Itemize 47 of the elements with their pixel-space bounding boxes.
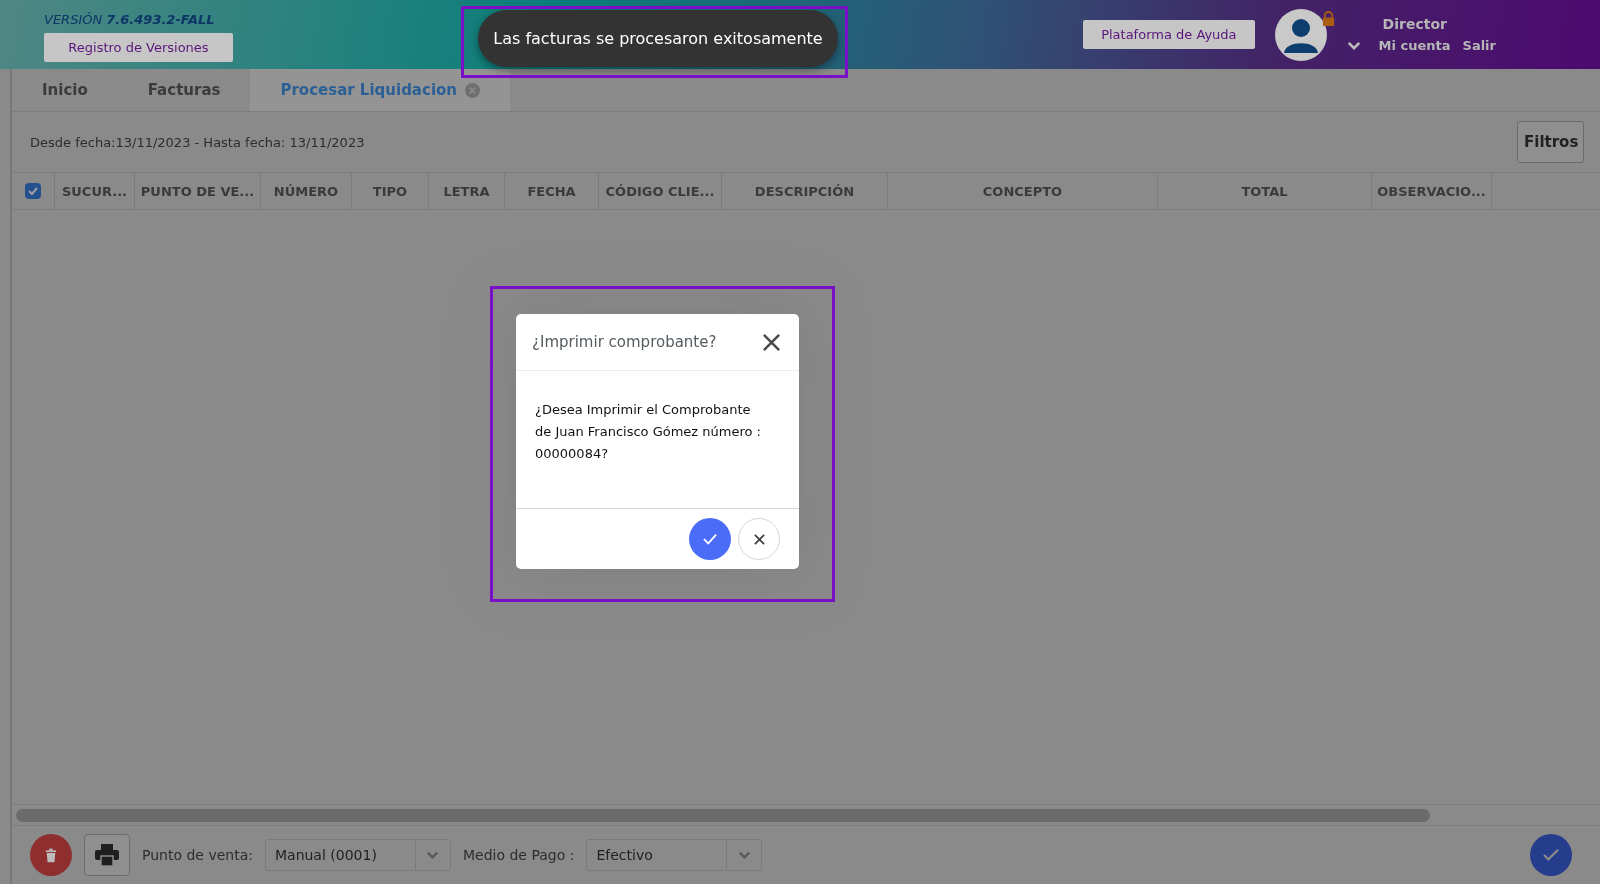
point-of-sale-label: Punto de venta:	[142, 847, 253, 863]
dialog-message: ¿Desea Imprimir el Comprobante de Juan Francisco Gómez número : 00000084?	[534, 401, 762, 463]
scrollbar-thumb[interactable]	[16, 808, 1430, 822]
column-header[interactable]: NÚMERO	[273, 183, 339, 199]
filters-button[interactable]: Filtros	[1517, 121, 1584, 163]
column-header[interactable]: TIPO	[372, 183, 408, 199]
confirm-button[interactable]	[1530, 834, 1572, 876]
select-all-checkbox[interactable]	[25, 183, 41, 199]
logout-link[interactable]: Salir	[1462, 38, 1496, 53]
avatar-icon[interactable]	[1274, 8, 1327, 61]
versions-button[interactable]: Registro de Versiones	[44, 32, 233, 62]
payment-method-select[interactable]: Efectivo	[586, 839, 763, 871]
printer-icon	[95, 844, 119, 866]
column-header[interactable]: CÓDIGO CLIE...	[605, 183, 715, 199]
check-icon	[1542, 848, 1560, 862]
column-header[interactable]: DESCRIPCIÓN	[754, 183, 855, 199]
tab[interactable]: Procesar Liquidacion	[250, 69, 510, 111]
point-of-sale-select[interactable]: Manual (0001)	[264, 839, 451, 871]
column-header[interactable]: PUNTO DE VE...	[140, 183, 255, 199]
delete-button[interactable]	[30, 834, 72, 876]
dialog-title: ¿Imprimir comprobante?	[532, 333, 717, 351]
version-label: VERSIÓN 7.6.493.2-FALL	[44, 11, 216, 27]
confirm-button[interactable]	[689, 518, 731, 560]
date-range-label: Desde fecha:13/11/2023 - Hasta fecha: 13/11/2023	[30, 134, 365, 150]
lock-icon	[1321, 10, 1335, 26]
payment-method-label: Medio de Pago :	[462, 847, 575, 863]
column-header[interactable]: TOTAL	[1241, 183, 1288, 199]
close-icon[interactable]	[762, 332, 781, 352]
user-role: Director	[1382, 16, 1448, 32]
check-icon	[701, 532, 719, 546]
column-header[interactable]: FECHA	[527, 183, 576, 199]
cancel-button[interactable]	[738, 518, 780, 560]
account-link[interactable]: Mi cuenta	[1378, 38, 1451, 53]
chevron-down-icon[interactable]	[1346, 41, 1361, 50]
chevron-down-icon	[426, 851, 440, 859]
help-button[interactable]: Plataforma de Ayuda	[1083, 20, 1255, 49]
close-icon	[752, 532, 766, 546]
column-header[interactable]: CONCEPTO	[982, 183, 1063, 199]
column-header[interactable]: SUCUR...	[61, 183, 128, 199]
tab[interactable]: Facturas	[117, 69, 251, 111]
print-button[interactable]	[84, 834, 130, 876]
toast-message: Las facturas se procesaron exitosamente	[493, 29, 823, 48]
trash-icon	[45, 847, 57, 863]
column-header[interactable]: LETRA	[443, 183, 490, 199]
column-header[interactable]: OBSERVACIO...	[1377, 183, 1486, 199]
tab[interactable]: Inicio	[12, 69, 118, 111]
chevron-down-icon	[737, 851, 751, 859]
